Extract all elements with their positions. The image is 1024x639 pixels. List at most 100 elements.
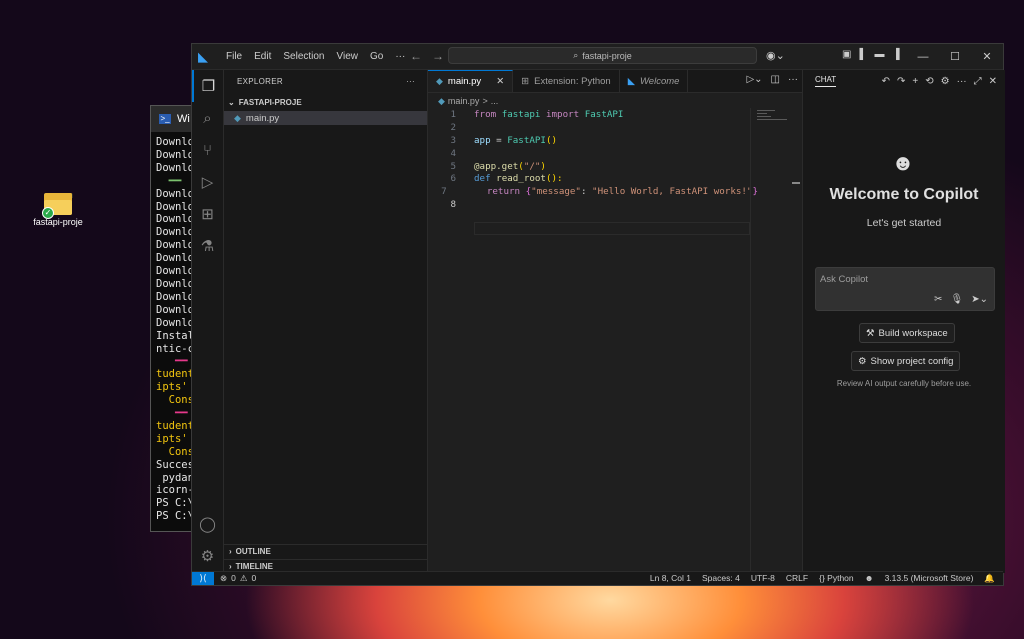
new-chat-icon[interactable]: +	[912, 76, 918, 87]
copilot-status-icon[interactable]: ☻	[865, 573, 874, 584]
desktop-folder-icon[interactable]: ✓ fastapi-proje	[30, 193, 86, 227]
minimap[interactable]	[750, 108, 801, 573]
breadcrumb-file[interactable]: main.py	[448, 96, 480, 106]
toggle-sidebar-icon[interactable]: ▌	[859, 49, 866, 60]
back-arrow-icon[interactable]: ←	[410, 49, 422, 63]
python-interpreter[interactable]: 3.13.5 (Microsoft Store)	[885, 573, 974, 584]
code-line: 8	[428, 198, 758, 211]
line-number: 2	[450, 121, 456, 133]
cursor-position[interactable]: Ln 8, Col 1	[650, 573, 691, 584]
code-line: 4	[428, 147, 758, 160]
problems-indicator[interactable]: ⊗ 0 ⚠ 0	[220, 573, 256, 584]
run-python-icon[interactable]: ▷⌄	[746, 74, 762, 85]
vscode-icon: ◣	[627, 75, 636, 87]
maximize-panel-icon[interactable]: ⤢	[974, 76, 982, 87]
menu-file[interactable]: File	[220, 51, 248, 62]
tab-main-py[interactable]: ◆ main.py ✕	[428, 70, 514, 92]
close-tab-icon[interactable]: ✕	[496, 76, 504, 87]
tab-extension-python[interactable]: ⊞ Extension: Python	[513, 70, 620, 92]
vscode-window: ◣ File Edit Selection View Go ··· ← → ⌕ …	[191, 43, 1005, 586]
chevron-down-icon: ⌄	[228, 97, 235, 107]
welcome-subtitle: Let's get started	[866, 217, 942, 229]
code-token: :	[580, 186, 593, 198]
menu-edit[interactable]: Edit	[248, 51, 277, 62]
ai-disclaimer: Review AI output carefully before use.	[836, 379, 972, 388]
code-token: FastAPI	[507, 134, 546, 146]
powershell-title: Wi	[177, 113, 190, 125]
toggle-panel-icon[interactable]: ▬	[875, 49, 885, 60]
run-debug-icon[interactable]: ▷	[192, 166, 223, 198]
explorer-more-icon[interactable]: ···	[406, 77, 415, 86]
redo-icon[interactable]: ↷	[897, 76, 905, 87]
editor-tabs: ◆ main.py ✕ ⊞ Extension: Python ◣ Welcom…	[428, 70, 802, 93]
breadcrumb: ◆ main.py > ...	[428, 93, 802, 109]
current-line-highlight	[474, 222, 750, 235]
copilot-menu-icon[interactable]: ◉⌄	[766, 49, 785, 62]
extensions-icon[interactable]: ⊞	[192, 198, 223, 230]
undo-icon[interactable]: ↶	[882, 76, 890, 87]
code-editor[interactable]: 1 from fastapi import FastAPI 2 3 app = Fa…	[428, 108, 758, 211]
line-number: 7	[441, 186, 447, 198]
forward-arrow-icon[interactable]: →	[432, 49, 444, 63]
menu-go[interactable]: Go	[364, 51, 389, 62]
indentation[interactable]: Spaces: 4	[702, 573, 740, 584]
line-ending[interactable]: CRLF	[786, 573, 808, 584]
folder-icon: ✓	[42, 193, 73, 219]
line-number: 4	[450, 147, 456, 159]
close-window-icon[interactable]: ✕	[971, 44, 1003, 69]
sync-check-icon: ✓	[42, 207, 54, 219]
manage-gear-icon[interactable]: ⚙	[192, 540, 223, 572]
history-icon[interactable]: ⟲	[925, 76, 933, 87]
ask-copilot-input[interactable]: Ask Copilot ✂ 🎙 ➤⌄	[815, 267, 995, 311]
line-number: 3	[450, 134, 456, 146]
remote-indicator-icon[interactable]: ⟩⟨	[192, 572, 214, 585]
settings-gear-icon[interactable]: ⚙	[941, 76, 950, 87]
tab-label: Welcome	[640, 75, 680, 87]
search-icon: ⌕	[573, 50, 579, 60]
tab-welcome[interactable]: ◣ Welcome	[620, 70, 689, 92]
explorer-sidebar: EXPLORER ··· ⌄ FASTAPI-PROJE ◆ main.py ›…	[224, 70, 428, 573]
show-project-config-button[interactable]: ⚙ Show project config	[851, 351, 961, 371]
minimize-icon[interactable]: —	[907, 44, 939, 69]
menu-selection[interactable]: Selection	[277, 51, 330, 62]
outline-section[interactable]: › OUTLINE	[224, 544, 427, 558]
explorer-icon[interactable]: ❐	[192, 70, 223, 102]
encoding[interactable]: UTF-8	[751, 573, 775, 584]
split-editor-icon[interactable]: ◫	[771, 74, 780, 85]
account-icon[interactable]: ◯	[192, 508, 223, 540]
customize-layout-icon[interactable]: ▣	[842, 49, 851, 60]
code-token: ()	[545, 134, 558, 146]
send-icon[interactable]: ➤⌄	[971, 294, 988, 305]
code-line: 2	[428, 121, 758, 134]
command-center-search[interactable]: ⌕ fastapi-proje	[448, 47, 757, 64]
toggle-secondary-sidebar-icon[interactable]: ▐	[893, 49, 900, 60]
python-file-icon: ◆	[234, 112, 241, 123]
language-mode[interactable]: {} Python	[819, 573, 854, 584]
close-panel-icon[interactable]: ✕	[989, 76, 997, 87]
error-icon: ⊗	[220, 573, 228, 583]
editor-more-icon[interactable]: ···	[788, 74, 798, 85]
testing-icon[interactable]: ⚗	[192, 230, 223, 262]
microphone-icon[interactable]: 🎙	[951, 294, 964, 305]
tools-icon[interactable]: ✂	[934, 294, 942, 305]
build-workspace-button[interactable]: ⚒ Build workspace	[859, 323, 955, 343]
file-main-py[interactable]: ◆ main.py	[224, 111, 427, 125]
source-control-icon[interactable]: ⑂	[192, 134, 223, 166]
breadcrumb-symbol[interactable]: ...	[491, 96, 499, 106]
line-number: 1	[450, 108, 456, 120]
menu-more[interactable]: ···	[389, 51, 411, 62]
chat-more-icon[interactable]: ···	[957, 76, 967, 87]
code-line: 1 from fastapi import FastAPI	[428, 108, 758, 121]
search-view-icon[interactable]: ⌕	[192, 102, 223, 134]
braces-icon: {}	[819, 573, 825, 583]
maximize-icon[interactable]: ☐	[939, 44, 971, 69]
warning-count: 0	[251, 573, 257, 583]
menu-view[interactable]: View	[331, 51, 365, 62]
extension-icon: ⊞	[521, 75, 530, 87]
notifications-bell-icon[interactable]: 🔔	[984, 573, 995, 584]
gear-icon: ⚙	[858, 355, 867, 367]
code-token: from	[474, 108, 497, 120]
code-token: read_root	[496, 173, 546, 185]
folder-fastapi-proje[interactable]: ⌄ FASTAPI-PROJE	[224, 95, 427, 109]
tab-chat[interactable]: CHAT	[815, 75, 837, 87]
